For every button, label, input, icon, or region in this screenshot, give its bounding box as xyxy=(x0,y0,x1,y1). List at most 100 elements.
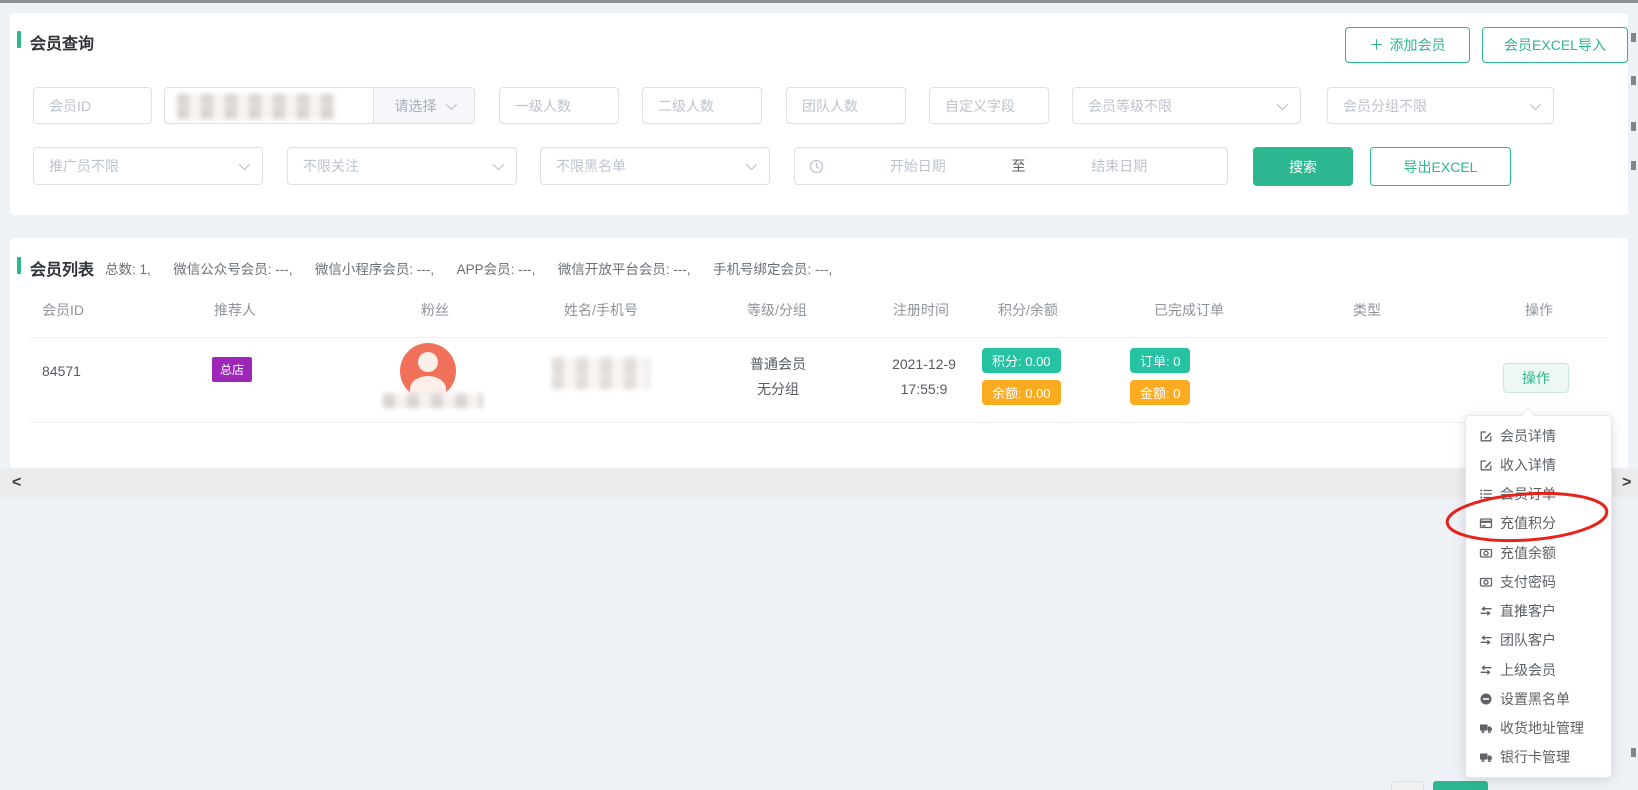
menu-item-member-detail[interactable]: 会员详情 xyxy=(1466,421,1611,450)
member-level-select[interactable]: 会员等级不限 xyxy=(1072,87,1301,124)
scroll-right-chevron-icon[interactable]: > xyxy=(1622,472,1631,494)
menu-item-income-detail[interactable]: 收入详情 xyxy=(1466,450,1611,479)
screen-edge-artifact xyxy=(1631,122,1636,131)
level2-count-input[interactable] xyxy=(642,87,762,124)
menu-item-team-customers[interactable]: 团队客户 xyxy=(1466,626,1611,655)
follow-placeholder: 不限关注 xyxy=(303,156,359,176)
export-excel-label: 导出EXCEL xyxy=(1404,157,1478,177)
menu-item-upline-member[interactable]: 上级会员 xyxy=(1466,655,1611,684)
avatar-head-shape xyxy=(418,352,438,372)
chevron-down-icon xyxy=(445,98,456,109)
blacklist-placeholder: 不限黑名单 xyxy=(556,156,626,176)
swap-icon xyxy=(1479,604,1493,618)
date-range-picker[interactable]: 开始日期 至 结束日期 xyxy=(794,147,1228,185)
member-group: 无分组 xyxy=(733,377,823,402)
col-referrer: 推荐人 xyxy=(214,300,256,320)
col-fans: 粉丝 xyxy=(421,300,449,320)
cell-reg-time: 2021-12-9 17:55:9 xyxy=(879,352,969,402)
clock-icon xyxy=(809,159,824,174)
menu-item-recharge-points[interactable]: 充值积分 xyxy=(1466,509,1611,538)
menu-item-pay-password[interactable]: 支付密码 xyxy=(1466,567,1611,596)
member-group-placeholder: 会员分组不限 xyxy=(1343,96,1427,116)
menu-item-member-orders[interactable]: 会员订单 xyxy=(1466,480,1611,509)
edit-icon xyxy=(1479,458,1493,472)
member-query-card: 会员查询 ＋ 添加会员 会员EXCEL导入 请选择 会员等级不限 xyxy=(10,13,1628,215)
list-stats: 总数: 1, 微信公众号会员: ---, 微信小程序会员: ---, APP会员… xyxy=(105,258,850,279)
section-accent-bar xyxy=(17,31,21,48)
follow-filter-select[interactable]: 不限关注 xyxy=(287,147,517,185)
member-group-select[interactable]: 会员分组不限 xyxy=(1327,87,1554,124)
cutoff-cancel-button[interactable] xyxy=(1391,781,1424,790)
team-count-input[interactable] xyxy=(786,87,906,124)
keyword-type-select[interactable]: 请选择 xyxy=(373,88,474,123)
banknote-icon xyxy=(1479,546,1493,560)
redacted-name-phone xyxy=(552,357,650,389)
stat-phone-bound: 手机号绑定会员: ---, xyxy=(713,262,832,277)
date-separator: 至 xyxy=(1012,156,1026,176)
section-accent-bar xyxy=(17,257,21,274)
member-level-placeholder: 会员等级不限 xyxy=(1088,96,1172,116)
col-actions: 操作 xyxy=(1525,300,1553,320)
export-excel-button[interactable]: 导出EXCEL xyxy=(1370,147,1511,186)
custom-field-input[interactable] xyxy=(929,87,1049,124)
cell-level-group: 普通会员 无分组 xyxy=(733,352,823,402)
row-action-dropdown: 会员详情 收入详情 会员订单 充值积分 充值余额 支付密码 直推客户 团队客户 xyxy=(1465,415,1612,778)
truck-icon xyxy=(1479,721,1493,735)
promoter-select[interactable]: 推广员不限 xyxy=(33,147,263,185)
orders-badge: 订单: 0 xyxy=(1130,348,1190,373)
cutoff-confirm-button[interactable] xyxy=(1433,781,1488,790)
swap-icon xyxy=(1479,633,1493,647)
date-end-placeholder: 结束日期 xyxy=(1026,156,1214,176)
stat-open-platform: 微信开放平台会员: ---, xyxy=(558,262,691,277)
points-badge: 积分: 0.00 xyxy=(982,348,1061,373)
menu-item-bank-cards[interactable]: 银行卡管理 xyxy=(1466,743,1611,772)
member-list-card: 会员列表 总数: 1, 微信公众号会员: ---, 微信小程序会员: ---, … xyxy=(10,238,1628,468)
col-completed-orders: 已完成订单 xyxy=(1154,300,1224,320)
date-start-placeholder: 开始日期 xyxy=(824,156,1012,176)
swap-icon xyxy=(1479,663,1493,677)
chevron-down-icon xyxy=(239,159,250,170)
screen-edge-artifact xyxy=(1631,33,1636,42)
screen-edge-artifact xyxy=(1631,161,1636,170)
excel-import-label: 会员EXCEL导入 xyxy=(1504,35,1606,55)
menu-item-direct-customers[interactable]: 直推客户 xyxy=(1466,597,1611,626)
scroll-left-chevron-icon[interactable]: < xyxy=(12,472,21,494)
amount-badge: 金额: 0 xyxy=(1130,380,1190,405)
col-points-balance: 积分/余额 xyxy=(998,300,1058,320)
search-label: 搜索 xyxy=(1289,157,1317,177)
table-header-divider xyxy=(30,337,1608,338)
blacklist-filter-select[interactable]: 不限黑名单 xyxy=(540,147,770,185)
menu-item-recharge-balance[interactable]: 充值余额 xyxy=(1466,538,1611,567)
horizontal-scrollbar[interactable] xyxy=(0,469,1638,497)
col-member-id: 会员ID xyxy=(42,300,84,320)
row-action-button[interactable]: 操作 xyxy=(1503,363,1569,393)
keyword-input[interactable] xyxy=(165,88,373,123)
block-icon xyxy=(1479,692,1493,706)
cell-completed-orders: 订单: 0 金额: 0 xyxy=(1130,348,1190,405)
col-type: 类型 xyxy=(1353,300,1381,320)
screen-edge-artifact xyxy=(1631,748,1636,757)
search-button[interactable]: 搜索 xyxy=(1253,147,1353,186)
level1-count-input[interactable] xyxy=(499,87,619,124)
col-level-group: 等级/分组 xyxy=(747,300,807,320)
banknote-icon xyxy=(1479,575,1493,589)
menu-item-set-blacklist[interactable]: 设置黑名单 xyxy=(1466,684,1611,713)
chevron-down-icon xyxy=(1277,98,1288,109)
menu-item-shipping-address[interactable]: 收货地址管理 xyxy=(1466,714,1611,743)
member-id-input[interactable] xyxy=(33,87,152,124)
keyword-combo[interactable]: 请选择 xyxy=(164,87,475,124)
screen-edge-artifact xyxy=(1631,76,1636,85)
card-icon xyxy=(1479,516,1493,530)
avatar[interactable] xyxy=(400,343,456,399)
redacted-keyword-value xyxy=(177,94,335,119)
chevron-down-icon xyxy=(493,159,504,170)
stat-miniprogram: 微信小程序会员: ---, xyxy=(315,262,434,277)
add-member-button[interactable]: ＋ 添加会员 xyxy=(1345,27,1470,63)
list-icon xyxy=(1479,487,1493,501)
cell-member-id: 84571 xyxy=(42,363,81,379)
promoter-placeholder: 推广员不限 xyxy=(49,156,119,176)
member-level: 普通会员 xyxy=(733,352,823,377)
list-title: 会员列表 xyxy=(30,256,94,280)
redacted-fans-caption xyxy=(383,393,483,408)
excel-import-button[interactable]: 会员EXCEL导入 xyxy=(1482,27,1628,63)
